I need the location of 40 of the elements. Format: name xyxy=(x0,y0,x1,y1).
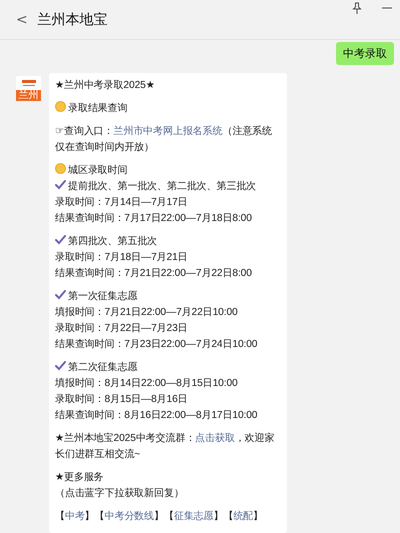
message-text: 录取时间：8月15日—8月16日 xyxy=(55,394,188,405)
link[interactable]: 中考 xyxy=(64,511,85,522)
chat-title: 兰州本地宝 xyxy=(38,10,108,28)
check-icon xyxy=(55,360,66,371)
message-text: 填报时间：8月14日22:00—8月15日10:00 xyxy=(55,378,238,389)
message-text: 第二次征集志愿 xyxy=(55,362,138,373)
message-text: 录取结果查询 xyxy=(55,103,128,114)
message-text: 结果查询时间：7月23日22:00—7月24日10:00 xyxy=(55,339,258,350)
message-text: ☞查询入口：兰州市中考网上报名系统（注意系统仅在查询时间内开放） xyxy=(55,126,272,153)
message-text: ★更多服务 xyxy=(55,472,104,483)
message-text: 录取时间：7月18日—7月21日 xyxy=(55,252,188,263)
message-text: ★兰州本地宝2025中考交流群：点击获取，欢迎家长们进群互相交流~ xyxy=(55,433,274,460)
pin-icon[interactable] xyxy=(352,2,362,14)
link[interactable]: 中考分数线 xyxy=(104,511,154,522)
minimize-icon[interactable] xyxy=(382,7,392,9)
message-text: 提前批次、第一批次、第二批次、第三批次 xyxy=(55,181,256,192)
message-text: 结果查询时间：7月17日22:00—7月18日8:00 xyxy=(55,213,252,224)
link[interactable]: 统配 xyxy=(233,511,254,522)
link[interactable]: 兰州市中考网上报名系统 xyxy=(114,126,222,137)
message-text: ★兰州中考录取2025★ xyxy=(55,80,155,91)
message-text: 结果查询时间：7月21日22:00—7月22日8:00 xyxy=(55,268,252,279)
message-text: 城区录取时间 xyxy=(55,165,128,176)
check-icon xyxy=(55,289,66,300)
link[interactable]: 点击获取 xyxy=(195,433,235,444)
check-icon xyxy=(55,234,66,245)
sun-icon xyxy=(55,101,66,112)
message-text: 结果查询时间：8月16日22:00—8月17日10:00 xyxy=(55,410,258,421)
message-text: 填报时间：7月21日22:00—7月22日10:00 xyxy=(55,307,238,318)
message-text: 录取时间：7月14日—7月17日 xyxy=(55,197,188,208)
message-text: （点击蓝字下拉获取新回复） xyxy=(55,488,184,499)
message-text: 第四批次、第五批次 xyxy=(55,236,158,247)
back-button[interactable]: < xyxy=(16,12,28,28)
message-text: 录取时间：7月22日—7月23日 xyxy=(55,323,188,334)
message-text: 第一次征集志愿 xyxy=(55,291,138,302)
link[interactable]: 征集志愿 xyxy=(174,511,214,522)
message-text: 【中考】【中考分数线】【征集志愿】【统配】 xyxy=(55,511,263,522)
sun-icon xyxy=(55,163,66,174)
account-avatar: 兰州 xyxy=(16,76,41,101)
check-icon xyxy=(55,179,66,190)
sent-message: 中考录取 xyxy=(336,42,394,65)
